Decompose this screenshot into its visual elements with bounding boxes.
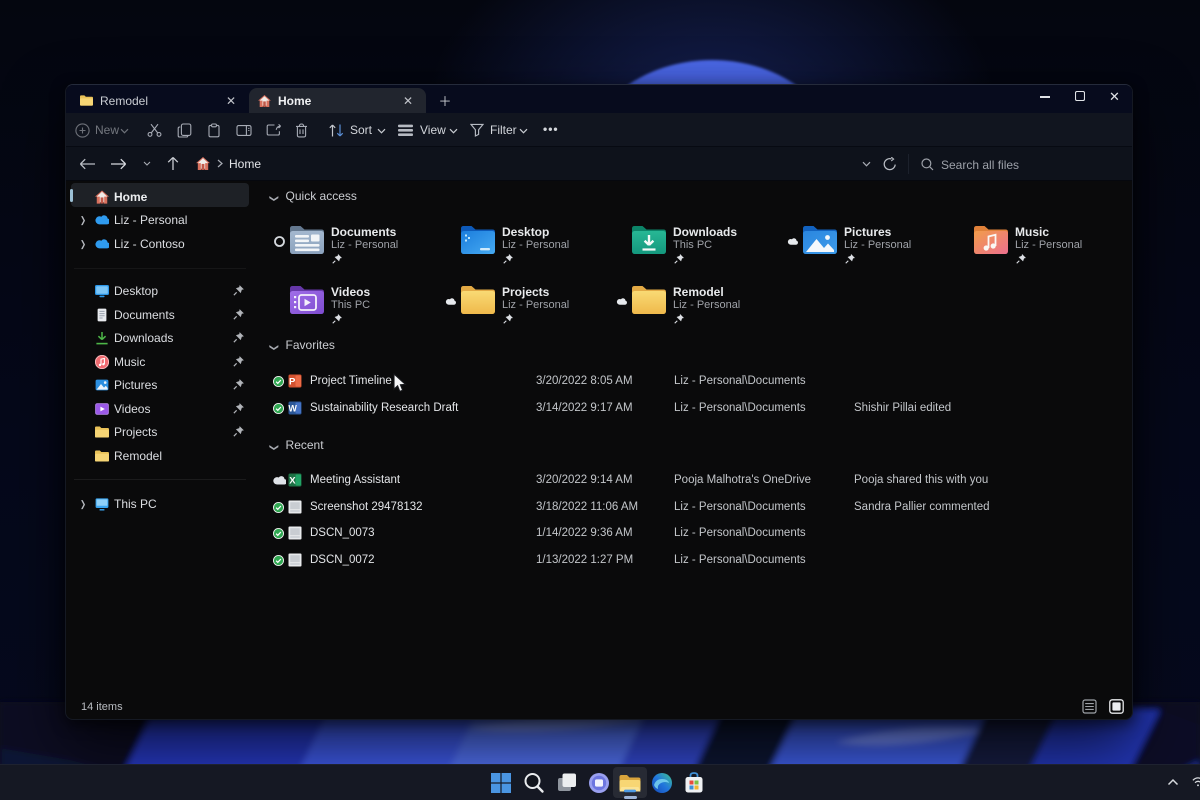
svg-text:W: W — [288, 404, 297, 414]
svg-text:X: X — [289, 476, 296, 487]
svg-text:P: P — [289, 377, 296, 388]
